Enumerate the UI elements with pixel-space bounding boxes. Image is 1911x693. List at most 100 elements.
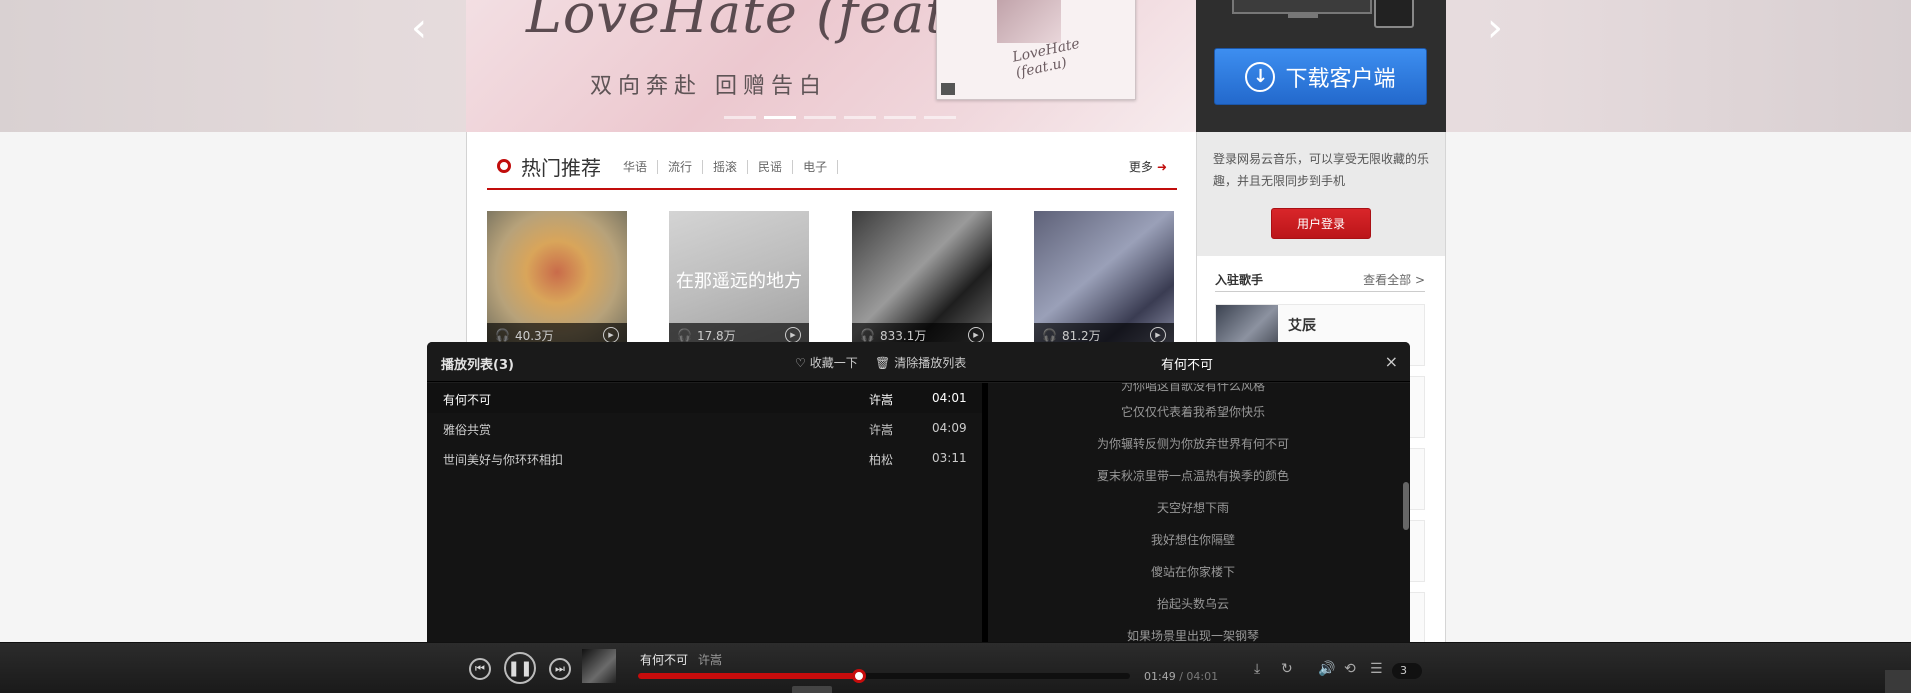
player-bar: ⏮ ❚❚ ⏭ 有何不可 许嵩 01:49 / 04:01 ⤓ ↻ 🔊 ⟲ ☰ 3 xyxy=(0,642,1911,693)
total-time: / 04:01 xyxy=(1179,670,1219,683)
lyric-line: 抬起头数乌云 xyxy=(1156,597,1229,611)
playlist-panel: 播放列表(3) ♡ 收藏一下 🗑 清除播放列表 有何不可 × 有何不可 许嵩 0… xyxy=(427,342,1410,643)
lyric-line: 为你唱这首歌没有什么风格 xyxy=(1120,383,1265,393)
loop-icon[interactable]: ⟲ xyxy=(1344,661,1356,677)
arrow-right-icon: ➜ xyxy=(1156,160,1167,174)
clear-playlist-button[interactable]: 🗑 清除播放列表 xyxy=(875,354,966,371)
lyrics-view: 为你唱这首歌没有什么风格 它仅仅代表着我希望你快乐 为你辗转反侧为你放弃世界有何… xyxy=(988,383,1410,643)
banner-dot[interactable] xyxy=(924,116,956,119)
lyric-line: 如果场景里出现一架钢琴 xyxy=(1126,629,1259,643)
download-area: ↓ 下载客户端 xyxy=(1196,0,1446,132)
banner-prev-arrow[interactable]: ‹ xyxy=(404,6,434,50)
play-icon[interactable]: ▶ xyxy=(603,327,619,343)
lyric-line: 夏末秋凉里带一点温热有换季的颜色 xyxy=(1096,469,1289,483)
hot-tab[interactable]: 流行 xyxy=(658,160,704,174)
banner: ‹ › LoveHate (feat.u) 双向奔赴 回赠告白 LoveHate… xyxy=(0,0,1911,132)
singer-header: 入驻歌手 查看全部 > xyxy=(1215,268,1425,292)
download-label: 下载客户端 xyxy=(1285,66,1396,92)
song-name: 雅俗共赏 xyxy=(443,423,492,437)
share-icon[interactable]: ↻ xyxy=(1281,661,1293,677)
prev-track-button[interactable]: ⏮ xyxy=(469,658,491,680)
singer-more-link[interactable]: 查看全部 > xyxy=(1363,271,1425,288)
playlist-cover[interactable]: 🎧 833.1万 ▶ xyxy=(852,211,992,347)
circle-icon xyxy=(497,159,511,173)
headphones-icon: 🎧 xyxy=(677,328,692,342)
headphones-icon: 🎧 xyxy=(860,328,875,342)
playlist-songs: 有何不可 许嵩 04:01 雅俗共赏 许嵩 04:09 世间美好与你环环相扣 柏… xyxy=(427,383,982,643)
playlist-row[interactable]: 有何不可 许嵩 04:01 xyxy=(427,383,982,413)
next-track-button[interactable]: ⏭ xyxy=(549,658,571,680)
hot-tab[interactable]: 民谣 xyxy=(748,160,794,174)
now-playing-artist[interactable]: 许嵩 xyxy=(698,651,722,668)
download-icon: ↓ xyxy=(1245,61,1276,92)
song-artist[interactable]: 许嵩 xyxy=(869,421,893,438)
time-display: 01:49 / 04:01 xyxy=(1144,670,1218,683)
playlist-cover[interactable]: 在那遥远的地方 🎧 17.8万 ▶ xyxy=(669,211,809,347)
banner-dot[interactable] xyxy=(884,116,916,119)
login-box: 登录网易云音乐，可以享受无限收藏的乐趣，并且无限同步到手机 用户登录 xyxy=(1196,132,1446,256)
play-icon[interactable]: ▶ xyxy=(785,327,801,343)
banner-album-cover: LoveHate (feat.u) xyxy=(936,0,1136,100)
song-duration: 04:09 xyxy=(932,421,967,435)
heart-icon: ♡ xyxy=(795,355,806,370)
play-count: 17.8万 xyxy=(696,328,736,343)
lyric-line: 天空好想下雨 xyxy=(1156,501,1229,515)
hot-recommend-title[interactable]: 热门推荐 xyxy=(521,152,601,181)
monitor-base xyxy=(1288,14,1318,18)
hot-tabs: 华语 流行 摇滚 民谣 电子 xyxy=(613,160,839,174)
cover-badge-icon xyxy=(941,83,955,95)
lyric-line: 为你辗转反侧为你放弃世界有何不可 xyxy=(1096,437,1289,451)
headphones-icon: 🎧 xyxy=(1042,328,1057,342)
banner-dot[interactable] xyxy=(844,116,876,119)
banner-dot-active[interactable] xyxy=(764,116,796,119)
hot-tab[interactable]: 华语 xyxy=(613,160,659,174)
song-duration: 04:01 xyxy=(932,391,967,405)
play-count: 40.3万 xyxy=(514,328,554,343)
download-song-icon[interactable]: ⤓ xyxy=(1254,661,1260,677)
play-count: 81.2万 xyxy=(1061,328,1101,343)
singer-name: 艾辰 xyxy=(1288,318,1316,334)
hot-more-link[interactable]: 更多 ➜ xyxy=(1129,158,1167,175)
progress-bar[interactable] xyxy=(638,669,1130,683)
close-icon[interactable]: × xyxy=(1385,352,1398,371)
clear-label: 清除播放列表 xyxy=(894,356,967,370)
now-playing-title[interactable]: 有何不可 xyxy=(640,651,688,668)
now-playing-thumbnail[interactable] xyxy=(582,649,616,683)
favorite-all-button[interactable]: ♡ 收藏一下 xyxy=(795,354,858,371)
playlist-cover[interactable]: 🎧 40.3万 ▶ xyxy=(487,211,627,347)
song-artist[interactable]: 许嵩 xyxy=(869,391,893,408)
lyrics-scrollbar[interactable] xyxy=(1403,482,1409,530)
song-artist[interactable]: 柏松 xyxy=(869,451,893,468)
hot-tab[interactable]: 摇滚 xyxy=(703,160,749,174)
banner-dot[interactable] xyxy=(724,116,756,119)
banner-slide[interactable]: LoveHate (feat.u) 双向奔赴 回赠告白 LoveHate (fe… xyxy=(466,0,1196,132)
player-lock-handle[interactable] xyxy=(792,686,832,693)
playlist-icon[interactable]: ☰ xyxy=(1370,661,1383,677)
playlist-count[interactable]: 3 xyxy=(1392,663,1422,679)
play-icon[interactable]: ▶ xyxy=(968,327,984,343)
banner-next-arrow[interactable]: › xyxy=(1480,6,1510,50)
banner-subtitle: 双向奔赴 回赠告白 xyxy=(590,74,827,99)
volume-icon[interactable]: 🔊 xyxy=(1318,661,1335,677)
playlist-cover[interactable]: 🎧 81.2万 ▶ xyxy=(1034,211,1174,347)
playlist-title: 播放列表(3) xyxy=(441,358,514,373)
user-login-button[interactable]: 用户登录 xyxy=(1271,208,1371,239)
playlist-row[interactable]: 世间美好与你环环相扣 柏松 03:11 xyxy=(427,443,982,473)
login-description: 登录网易云音乐，可以享受无限收藏的乐趣，并且无限同步到手机 xyxy=(1213,152,1430,188)
banner-dots xyxy=(724,116,956,119)
hot-recommend-header: 热门推荐 华语 流行 摇滚 民谣 电子 更多 ➜ xyxy=(487,150,1177,190)
player-side-handle[interactable] xyxy=(1885,670,1911,693)
phone-icon xyxy=(1374,0,1414,28)
banner-dot[interactable] xyxy=(804,116,836,119)
cover-overlay-text: 在那遥远的地方 xyxy=(676,271,802,292)
pause-button[interactable]: ❚❚ xyxy=(504,652,536,684)
download-client-button[interactable]: ↓ 下载客户端 xyxy=(1214,48,1427,105)
playlist-row[interactable]: 雅俗共赏 许嵩 04:09 xyxy=(427,413,982,443)
lyric-line: 傻站在你家楼下 xyxy=(1150,565,1235,579)
playlist-header: 播放列表(3) ♡ 收藏一下 🗑 清除播放列表 有何不可 × xyxy=(427,342,1410,382)
progress-knob[interactable] xyxy=(852,669,867,683)
lyric-line: 我好想住你隔壁 xyxy=(1150,533,1235,547)
singer-title: 入驻歌手 xyxy=(1215,273,1264,287)
hot-tab[interactable]: 电子 xyxy=(793,160,839,174)
play-icon[interactable]: ▶ xyxy=(1150,327,1166,343)
